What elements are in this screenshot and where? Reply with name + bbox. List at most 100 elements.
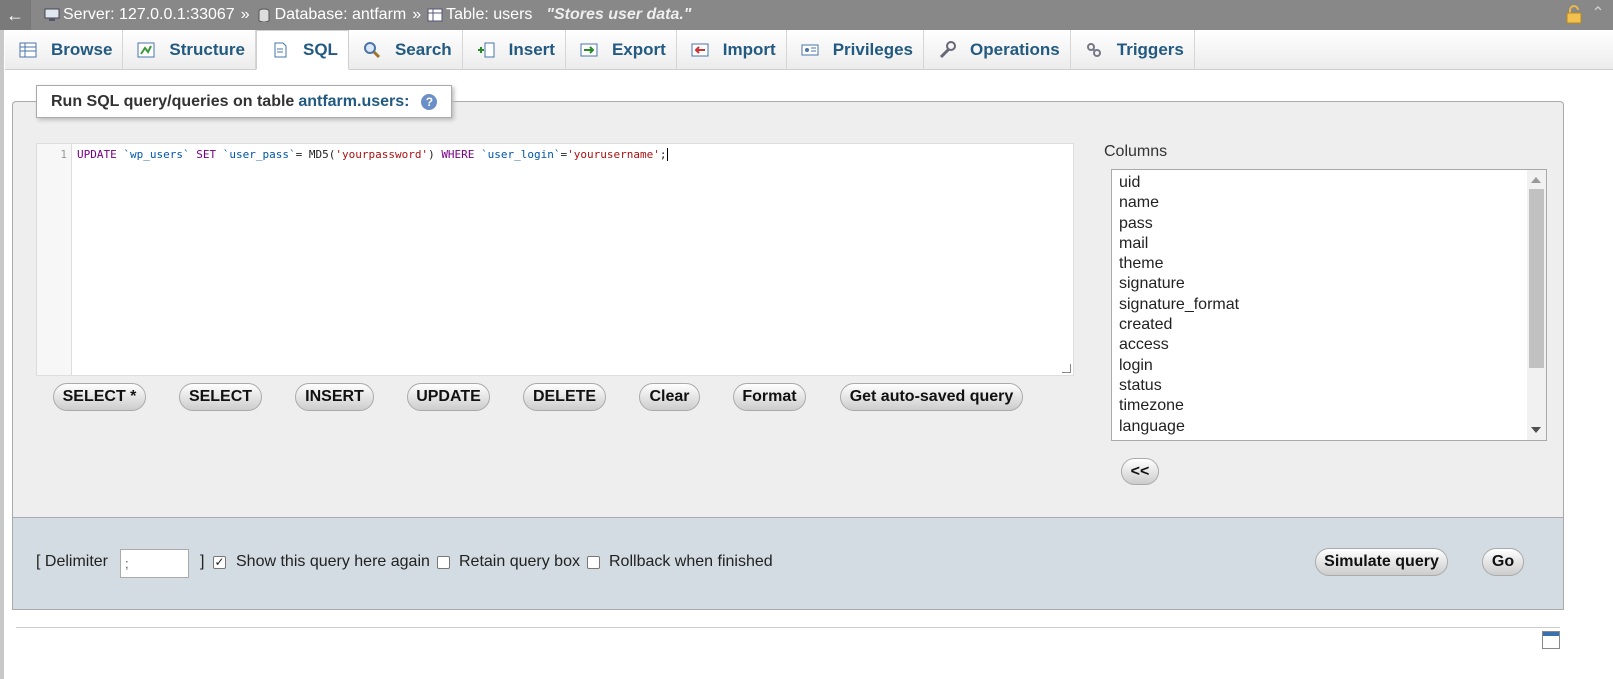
tab-structure[interactable]: Structure (123, 30, 256, 69)
tab-search[interactable]: Search (349, 30, 463, 69)
rollback-checkbox[interactable] (587, 556, 600, 569)
search-icon (363, 41, 381, 58)
tab-triggers[interactable]: Triggers (1071, 30, 1195, 69)
column-option[interactable]: access (1119, 336, 1169, 354)
tab-browse[interactable]: Browse (5, 30, 124, 69)
breadcrumb: Server: 127.0.0.1:33067 » Database: antf… (44, 0, 691, 30)
sql-query-text[interactable]: UPDATE `wp_users` SET `user_pass`= MD5('… (77, 148, 668, 161)
select-star-button[interactable]: SELECT * (53, 383, 146, 411)
clear-button[interactable]: Clear (639, 383, 700, 411)
export-icon (580, 43, 598, 56)
console-icon[interactable] (1542, 631, 1560, 649)
scroll-down-arrow-icon[interactable] (1531, 427, 1541, 433)
show-query-again-label[interactable]: Show this query here again (236, 553, 430, 571)
tab-label: Privileges (832, 39, 914, 59)
show-query-again-checkbox[interactable]: ✓ (213, 556, 226, 569)
structure-icon (137, 42, 155, 57)
legend-text: Run SQL query/queries on table (51, 92, 295, 110)
column-option[interactable]: timezone (1119, 397, 1184, 415)
go-button[interactable]: Go (1482, 548, 1524, 576)
sql-keyword: SET (196, 148, 217, 161)
tab-label: Triggers (1116, 39, 1184, 59)
simulate-query-button[interactable]: Simulate query (1315, 548, 1448, 576)
sql-keyword: WHERE (441, 148, 475, 161)
tab-label: Search (394, 39, 452, 59)
rollback-label[interactable]: Rollback when finished (609, 553, 773, 571)
breadcrumb-server[interactable]: Server: 127.0.0.1:33067 (44, 6, 235, 24)
line-number: 1 (60, 148, 67, 161)
tab-label: Import (722, 39, 776, 59)
scrollbar-thumb[interactable] (1529, 189, 1544, 368)
breadcrumb-server-label: Server: 127.0.0.1:33067 (63, 6, 235, 23)
column-option[interactable]: status (1119, 377, 1162, 395)
operations-icon (939, 40, 957, 58)
tab-label: Insert (508, 39, 555, 59)
tab-label: SQL (303, 40, 338, 59)
sql-fieldset-legend: Run SQL query/queries on table antfarm.u… (36, 85, 453, 118)
table-comment: "Stores user data." (546, 6, 692, 23)
tab-label: Structure (169, 39, 245, 59)
sql-function: = MD5( (295, 148, 336, 161)
sql-identifier: `wp_users` (123, 148, 190, 161)
column-option[interactable]: login (1119, 357, 1153, 375)
scroll-up-arrow-icon[interactable] (1531, 177, 1541, 183)
column-option[interactable]: mail (1119, 235, 1148, 253)
update-button[interactable]: UPDATE (407, 383, 490, 411)
server-icon (44, 8, 60, 21)
top-breadcrumb-bar: ← Server: 127.0.0.1:33067 » Database: an… (0, 0, 1613, 30)
sql-identifier: `user_login` (481, 148, 561, 161)
tab-export[interactable]: Export (566, 30, 677, 69)
help-icon[interactable]: ? (421, 93, 438, 110)
delimiter-label: [ Delimiter (36, 553, 109, 570)
column-option[interactable]: created (1119, 316, 1172, 334)
privileges-icon (801, 44, 819, 55)
tab-label: Operations (970, 39, 1060, 59)
column-option[interactable]: theme (1119, 255, 1163, 273)
columns-select-list[interactable]: uid name pass mail theme signature signa… (1111, 169, 1547, 441)
retain-query-box-label[interactable]: Retain query box (459, 553, 580, 571)
delete-button[interactable]: DELETE (523, 383, 606, 411)
column-option[interactable]: pass (1119, 215, 1153, 233)
text-cursor: ​ (666, 148, 668, 161)
tab-privileges[interactable]: Privileges (787, 30, 925, 69)
breadcrumb-separator: » (240, 6, 250, 23)
tab-label: Export (611, 39, 666, 59)
collapse-icon[interactable]: ⌃ (1589, 5, 1607, 23)
column-option[interactable]: signature_format (1119, 296, 1239, 314)
tab-insert[interactable]: Insert (463, 30, 566, 69)
insert-column-button[interactable]: << (1121, 458, 1159, 485)
columns-scrollbar[interactable] (1527, 170, 1546, 440)
resize-handle[interactable] (1062, 364, 1071, 373)
column-option[interactable]: uid (1119, 174, 1140, 192)
breadcrumb-separator: » (412, 6, 422, 23)
tab-bar: Browse Structure SQL Search Insert Expor… (5, 30, 1613, 70)
back-arrow-icon[interactable]: ← (0, 0, 31, 30)
select-button[interactable]: SELECT (179, 383, 262, 411)
column-option[interactable]: signature (1119, 275, 1185, 293)
lock-icon[interactable] (1565, 4, 1583, 24)
sql-string: 'yourusername' (567, 148, 660, 161)
import-icon (691, 43, 709, 56)
column-option[interactable]: language (1119, 418, 1185, 436)
delimiter-input[interactable]: ; (120, 549, 189, 578)
divider (16, 627, 1560, 628)
column-option[interactable]: name (1119, 194, 1159, 212)
sql-string: 'yourpassword' (335, 148, 429, 161)
breadcrumb-database-label: Database: antfarm (274, 6, 407, 23)
get-auto-saved-query-button[interactable]: Get auto-saved query (840, 383, 1023, 411)
columns-label: Columns (1104, 143, 1168, 160)
breadcrumb-table-label: Table: users (446, 6, 533, 23)
breadcrumb-table[interactable]: Table: users (427, 6, 532, 24)
tab-label: Browse (51, 39, 113, 59)
tab-sql[interactable]: SQL (256, 30, 349, 70)
sql-editor[interactable]: 1 UPDATE `wp_users` SET `user_pass`= MD5… (36, 143, 1074, 376)
insert-button[interactable]: INSERT (295, 383, 374, 411)
sql-identifier: `user_pass` (222, 148, 296, 161)
retain-query-box-checkbox[interactable] (437, 556, 450, 569)
breadcrumb-database[interactable]: Database: antfarm (256, 6, 407, 24)
legend-table-link[interactable]: antfarm.users: (298, 93, 409, 111)
tab-import[interactable]: Import (677, 30, 787, 69)
table-icon (427, 8, 443, 22)
tab-operations[interactable]: Operations (924, 30, 1071, 69)
format-button[interactable]: Format (733, 383, 806, 411)
